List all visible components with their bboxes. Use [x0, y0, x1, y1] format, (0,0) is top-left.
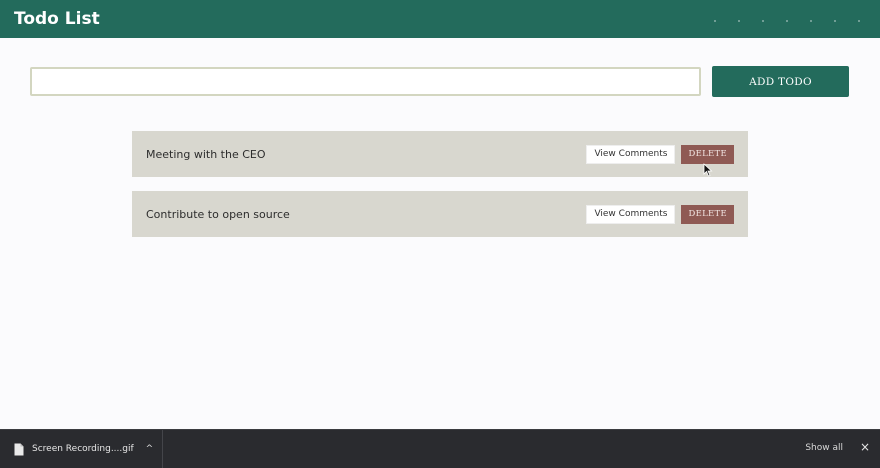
todo-actions: View Comments DELETE [586, 144, 734, 164]
download-bar: Screen Recording....gif ^ Show all × [0, 429, 880, 468]
show-all-link[interactable]: Show all [805, 443, 843, 453]
header-decoration [714, 20, 860, 22]
chevron-up-icon[interactable]: ^ [146, 444, 154, 454]
todo-text: Contribute to open source [146, 207, 290, 221]
todo-item: Contribute to open source View Comments … [132, 191, 748, 237]
todo-item: Meeting with the CEO View Comments DELET… [132, 131, 748, 177]
app-header: Todo List [0, 0, 880, 38]
add-todo-button[interactable]: ADD TODO [712, 66, 849, 97]
close-icon[interactable]: × [860, 440, 870, 454]
todo-input[interactable] [30, 67, 701, 96]
todo-actions: View Comments DELETE [586, 204, 734, 224]
download-item[interactable]: Screen Recording....gif ^ [0, 430, 163, 468]
view-comments-button[interactable]: View Comments [586, 204, 676, 224]
delete-button[interactable]: DELETE [681, 204, 734, 224]
todo-list: Meeting with the CEO View Comments DELET… [132, 131, 748, 251]
app-title: Todo List [14, 9, 100, 29]
file-icon [14, 443, 24, 455]
cursor-icon [703, 163, 713, 177]
todo-text: Meeting with the CEO [146, 147, 266, 161]
view-comments-button[interactable]: View Comments [586, 144, 676, 164]
download-file-name: Screen Recording....gif [32, 444, 134, 454]
delete-button[interactable]: DELETE [681, 144, 734, 164]
